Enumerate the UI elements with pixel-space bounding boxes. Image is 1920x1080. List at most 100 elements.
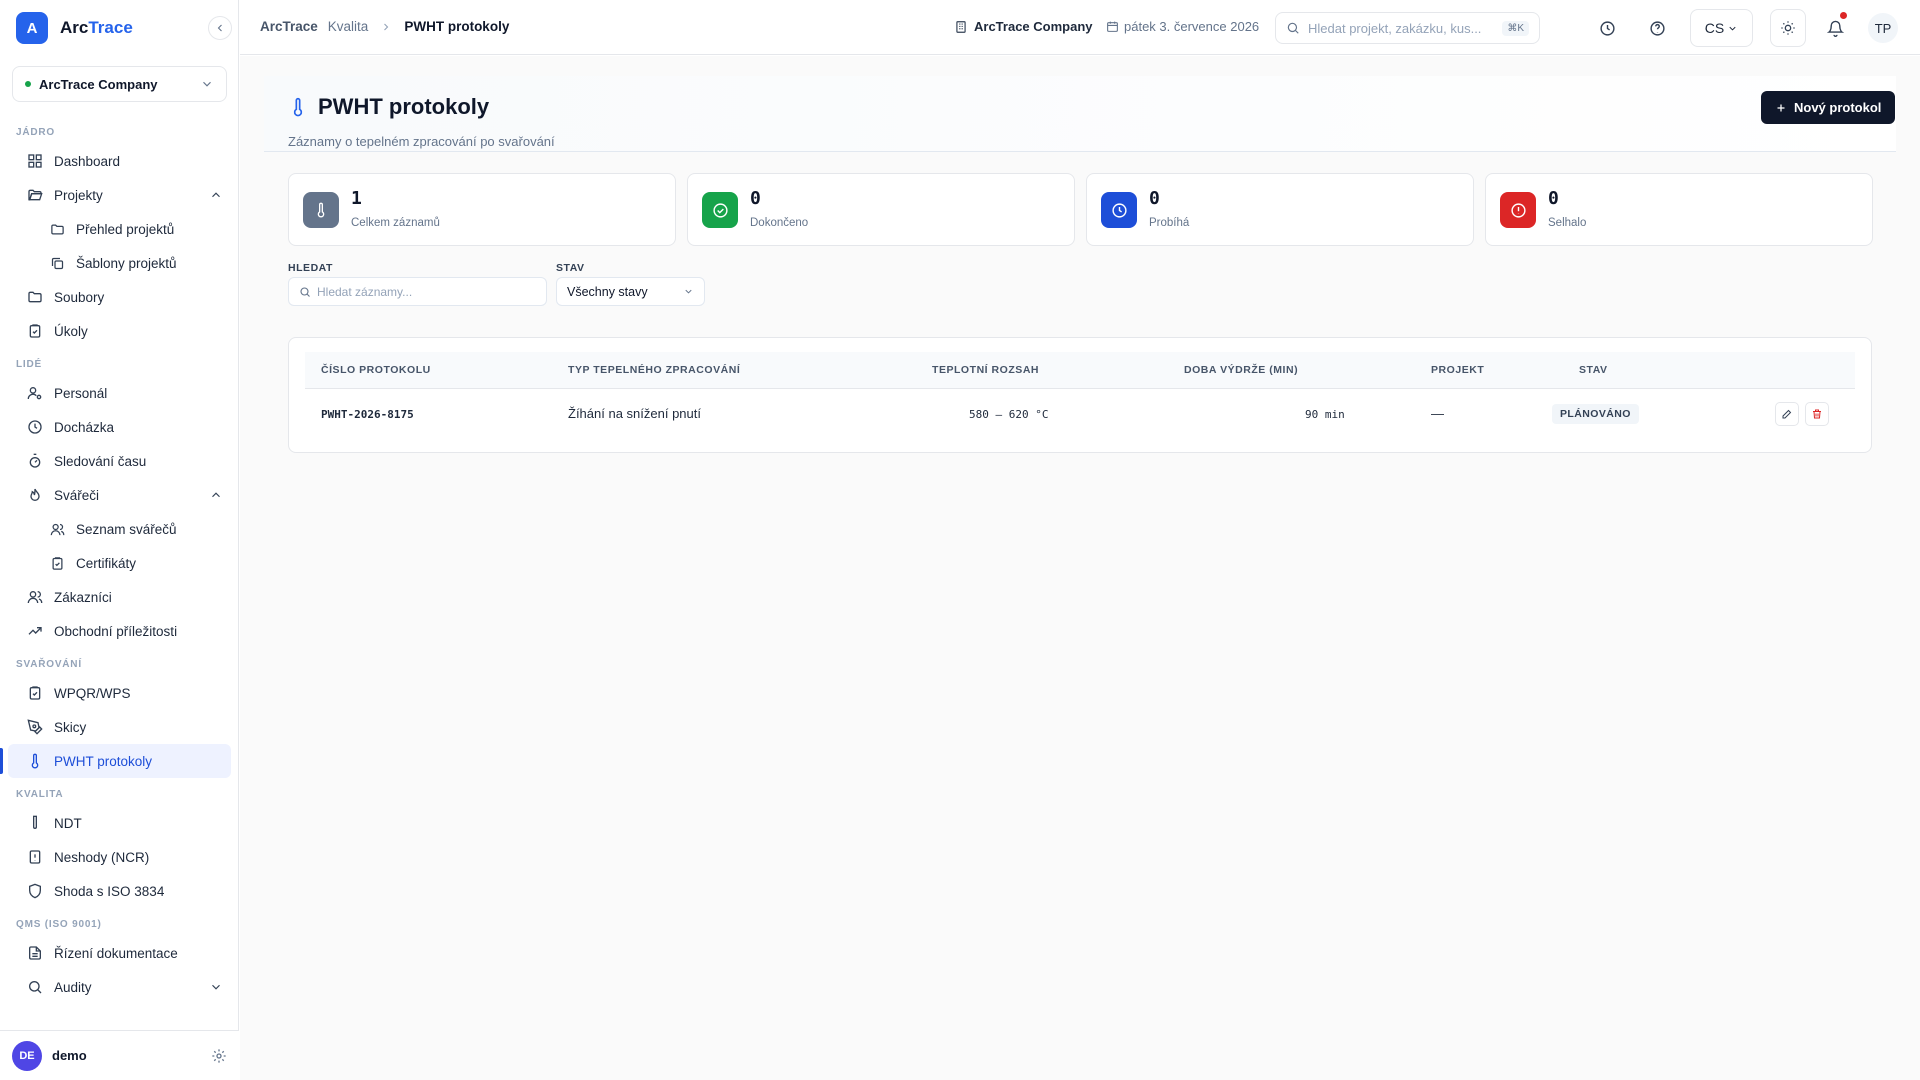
sidebar-item-tasks[interactable]: Úkoly [8,314,231,348]
sidebar-item-opportunities[interactable]: Obchodní příležitosti [8,614,231,648]
sidebar-item-projects[interactable]: Projekty [8,178,231,212]
file-text-icon [26,944,44,962]
pencil-icon [1781,408,1793,420]
top-date: pátek 3. července 2026 [1106,19,1259,34]
sidebar-item-wpqr[interactable]: WPQR/WPS [8,676,231,710]
nav-section-core: JÁDRO [16,127,56,138]
chevron-down-icon [1727,23,1738,34]
sidebar-item-label: Projekty [54,187,103,203]
chevron-up-icon[interactable] [209,188,223,202]
shield-icon [26,882,44,900]
avatar[interactable]: TP [1868,13,1898,43]
stat-label: Probíhá [1149,217,1190,229]
column-header-number[interactable]: ČÍSLO PROTOKOLU [321,364,431,376]
cell-protocol-number[interactable]: PWHT-2026-8175 [321,408,414,421]
column-header-status[interactable]: STAV [1579,364,1608,376]
top-company-name: ArcTrace Company [974,19,1093,34]
chevron-left-icon [217,24,222,32]
gear-icon[interactable] [211,1048,227,1064]
sidebar-item-ncr[interactable]: Neshody (NCR) [8,840,231,874]
stat-label: Dokončeno [750,217,809,229]
help-icon[interactable] [1643,14,1671,42]
sidebar-item-label: Obchodní příležitosti [54,623,178,639]
nav-section-quality: KVALITA [16,789,64,800]
sidebar-item-ndt[interactable]: NDT [8,806,231,840]
filter-search-label: HLEDAT [288,262,333,274]
company-selector[interactable]: ArcTrace Company [12,66,227,102]
collapse-sidebar-button[interactable] [208,16,232,40]
breadcrumb: ArcTrace Kvalita PWHT protokoly [260,19,509,34]
stat-card-total: 1 Celkem záznamů [288,173,676,246]
check-circle-icon [702,192,738,228]
main-content: PWHT protokoly Záznamy o tepelném zpraco… [240,56,1920,1080]
sidebar-item-label: Přehled projektů [76,221,175,237]
language-selector[interactable]: CS [1690,9,1753,47]
trending-up-icon [26,622,44,640]
sidebar-item-time-tracking[interactable]: Sledování času [8,444,231,478]
sidebar-item-label: PWHT protokoly [54,753,153,769]
sidebar-item-projects-overview[interactable]: Přehled projektů [8,212,231,246]
history-icon[interactable] [1593,14,1621,42]
notifications-button[interactable] [1821,12,1849,42]
sidebar-item-label: Zákazníci [54,589,112,605]
sidebar-item-audits[interactable]: Audity [8,970,231,1004]
page-title-text: PWHT protokoly [318,94,490,119]
sidebar-item-iso3834[interactable]: Shoda s ISO 3834 [8,874,231,908]
table-row[interactable]: PWHT-2026-8175 Žíhání na snížení pnutí 5… [305,389,1855,439]
building-icon [954,20,968,34]
new-protocol-button[interactable]: Nový protokol [1761,91,1896,124]
sidebar-item-label: Seznam svářečů [76,521,177,537]
calendar-icon [1106,20,1119,33]
breadcrumb-section[interactable]: Kvalita [328,19,369,34]
sidebar-item-label: WPQR/WPS [54,685,131,701]
sidebar-item-doc-control[interactable]: Řízení dokumentace [8,936,231,970]
clipboard-check-icon [26,684,44,702]
column-header-duration[interactable]: DOBA VÝDRŽE (MIN) [1184,364,1298,376]
column-header-temp[interactable]: TEPLOTNÍ ROZSAH [932,364,1039,376]
pen-tool-icon [26,718,44,736]
sidebar-item-welders-list[interactable]: Seznam svářečů [8,512,231,546]
thermometer-icon [26,752,44,770]
brand-logo: A [16,12,48,44]
breadcrumb-root[interactable]: ArcTrace [260,19,318,34]
clipboard-check-icon [48,554,66,572]
avatar[interactable]: DE [12,1040,42,1071]
column-header-type[interactable]: TYP TEPELNÉHO ZPRACOVÁNÍ [568,364,740,376]
stat-value: 0 [1149,188,1160,209]
stat-card-completed: 0 Dokončeno [687,173,1075,246]
chevron-down-icon[interactable] [209,980,223,994]
sidebar-item-project-templates[interactable]: Šablony projektů [8,246,231,280]
stat-label: Celkem záznamů [351,217,440,229]
status-filter-select[interactable]: Všechny stavy [556,277,705,306]
sidebar-item-files[interactable]: Soubory [8,280,231,314]
theme-toggle-button[interactable] [1770,9,1806,47]
nav-section-people: LIDÉ [16,359,42,370]
status-badge: PLÁNOVÁNO [1552,404,1639,424]
sidebar-item-certificates[interactable]: Certifikáty [8,546,231,580]
delete-button[interactable] [1805,402,1829,426]
column-header-project[interactable]: PROJEKT [1431,364,1484,376]
sidebar-item-label: Šablony projektů [76,255,177,271]
company-selector-label: ArcTrace Company [39,76,158,92]
chevron-up-icon[interactable] [209,488,223,502]
sidebar-item-personnel[interactable]: Personál [8,376,231,410]
global-search[interactable]: ⌘K [1275,12,1540,44]
sidebar-item-sketches[interactable]: Skicy [8,710,231,744]
records-search-input[interactable] [317,284,536,299]
edit-button[interactable] [1775,402,1799,426]
records-search[interactable] [288,277,547,306]
page-header: PWHT protokoly Záznamy o tepelném zpraco… [264,76,1896,152]
brand[interactable]: A ArcTrace [16,12,133,44]
global-search-input[interactable] [1308,20,1503,36]
chevron-down-icon [200,77,214,91]
sidebar-item-attendance[interactable]: Docházka [8,410,231,444]
sidebar-item-dashboard[interactable]: Dashboard [8,144,231,178]
protocols-table: ČÍSLO PROTOKOLU TYP TEPELNÉHO ZPRACOVÁNÍ… [288,337,1872,453]
sidebar-item-pwht[interactable]: PWHT protokoly [0,744,231,778]
sidebar-item-customers[interactable]: Zákazníci [8,580,231,614]
language-label: CS [1704,20,1725,36]
sidebar-item-welders[interactable]: Svářeči [8,478,231,512]
company-status-dot [25,81,31,87]
test-tube-icon [26,814,44,832]
top-company: ArcTrace Company [954,19,1093,34]
